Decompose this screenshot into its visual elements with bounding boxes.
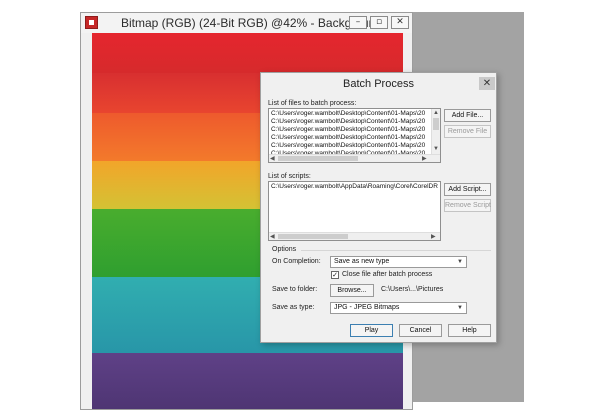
image-window-title: Bitmap (RGB) (24-Bit RGB) @42% - Backgro… bbox=[121, 16, 382, 30]
on-completion-label: On Completion: bbox=[272, 258, 321, 265]
cancel-button[interactable]: Cancel bbox=[399, 324, 442, 337]
scroll-right-icon[interactable]: ▶ bbox=[431, 233, 436, 240]
chevron-down-icon: ▼ bbox=[457, 259, 463, 265]
files-horizontal-scrollbar[interactable]: ◀ ▶ bbox=[269, 154, 440, 162]
play-button[interactable]: Play bbox=[350, 324, 393, 337]
files-vertical-scrollbar[interactable]: ▲ ▼ bbox=[431, 109, 440, 154]
cake-layer-red-top bbox=[92, 33, 403, 73]
on-completion-value: Save as new type bbox=[334, 258, 390, 265]
file-list-item[interactable]: C:\Users\roger.wambolt\Desktop\Content\0… bbox=[271, 126, 425, 133]
file-list-item[interactable]: C:\Users\roger.wambolt\Desktop\Content\0… bbox=[271, 134, 425, 141]
save-as-type-select[interactable]: JPG - JPEG Bitmaps ▼ bbox=[330, 302, 467, 314]
options-group-label: Options bbox=[272, 246, 297, 253]
corel-bitmap-icon bbox=[85, 16, 98, 29]
cake-layer-purple bbox=[92, 353, 403, 409]
remove-file-button[interactable]: Remove File bbox=[444, 125, 491, 138]
save-as-type-value: JPG - JPEG Bitmaps bbox=[334, 304, 400, 311]
scroll-thumb[interactable] bbox=[278, 156, 358, 161]
save-to-folder-label: Save to folder: bbox=[272, 286, 318, 293]
scroll-up-icon[interactable]: ▲ bbox=[433, 109, 439, 117]
browse-button[interactable]: Browse... bbox=[330, 284, 374, 297]
file-list-item[interactable]: C:\Users\roger.wambolt\Desktop\Content\0… bbox=[271, 118, 425, 125]
scroll-right-icon[interactable]: ▶ bbox=[422, 155, 427, 162]
file-list-item[interactable]: C:\Users\roger.wambolt\Desktop\Content\0… bbox=[271, 110, 425, 117]
files-list-label: List of files to batch process: bbox=[268, 100, 357, 107]
options-divider bbox=[301, 250, 491, 251]
remove-script-button[interactable]: Remove Script bbox=[444, 199, 491, 212]
help-button[interactable]: Help bbox=[448, 324, 491, 337]
files-listbox[interactable]: C:\Users\roger.wambolt\Desktop\Content\0… bbox=[268, 108, 441, 163]
close-icon[interactable]: ✕ bbox=[479, 77, 495, 90]
on-completion-select[interactable]: Save as new type ▼ bbox=[330, 256, 467, 268]
close-file-label[interactable]: Close file after batch process bbox=[342, 271, 432, 278]
minimize-icon[interactable]: – bbox=[349, 16, 367, 29]
folder-path: C:\Users\...\Pictures bbox=[381, 286, 444, 293]
dialog-title: Batch Process bbox=[343, 78, 414, 90]
image-window-titlebar[interactable]: Bitmap (RGB) (24-Bit RGB) @42% - Backgro… bbox=[81, 13, 412, 33]
close-file-checkbox[interactable]: ✓ bbox=[331, 271, 339, 279]
dialog-titlebar[interactable]: Batch Process ✕ bbox=[261, 73, 496, 93]
add-script-button[interactable]: Add Script... bbox=[444, 183, 491, 196]
scroll-thumb[interactable] bbox=[433, 118, 439, 130]
scripts-listbox[interactable]: C:\Users\roger.wambolt\AppData\Roaming\C… bbox=[268, 181, 441, 241]
scroll-left-icon[interactable]: ◀ bbox=[270, 155, 275, 162]
chevron-down-icon: ▼ bbox=[457, 305, 463, 311]
scroll-down-icon[interactable]: ▼ bbox=[433, 145, 439, 153]
scroll-left-icon[interactable]: ◀ bbox=[270, 233, 275, 240]
script-list-item[interactable]: C:\Users\roger.wambolt\AppData\Roaming\C… bbox=[271, 183, 438, 190]
screen: Bitmap (RGB) (24-Bit RGB) @42% - Backgro… bbox=[0, 0, 600, 412]
scroll-thumb[interactable] bbox=[278, 234, 348, 239]
add-file-button[interactable]: Add File... bbox=[444, 109, 491, 122]
scripts-list-label: List of scripts: bbox=[268, 173, 311, 180]
save-as-type-label: Save as type: bbox=[272, 304, 315, 311]
file-list-item[interactable]: C:\Users\roger.wambolt\Desktop\Content\0… bbox=[271, 142, 425, 149]
maximize-icon[interactable]: ▫ bbox=[370, 16, 388, 29]
batch-process-dialog: Batch Process ✕ List of files to batch p… bbox=[260, 72, 497, 343]
scripts-horizontal-scrollbar[interactable]: ◀ ▶ bbox=[269, 232, 440, 240]
close-icon[interactable]: ✕ bbox=[391, 16, 409, 29]
